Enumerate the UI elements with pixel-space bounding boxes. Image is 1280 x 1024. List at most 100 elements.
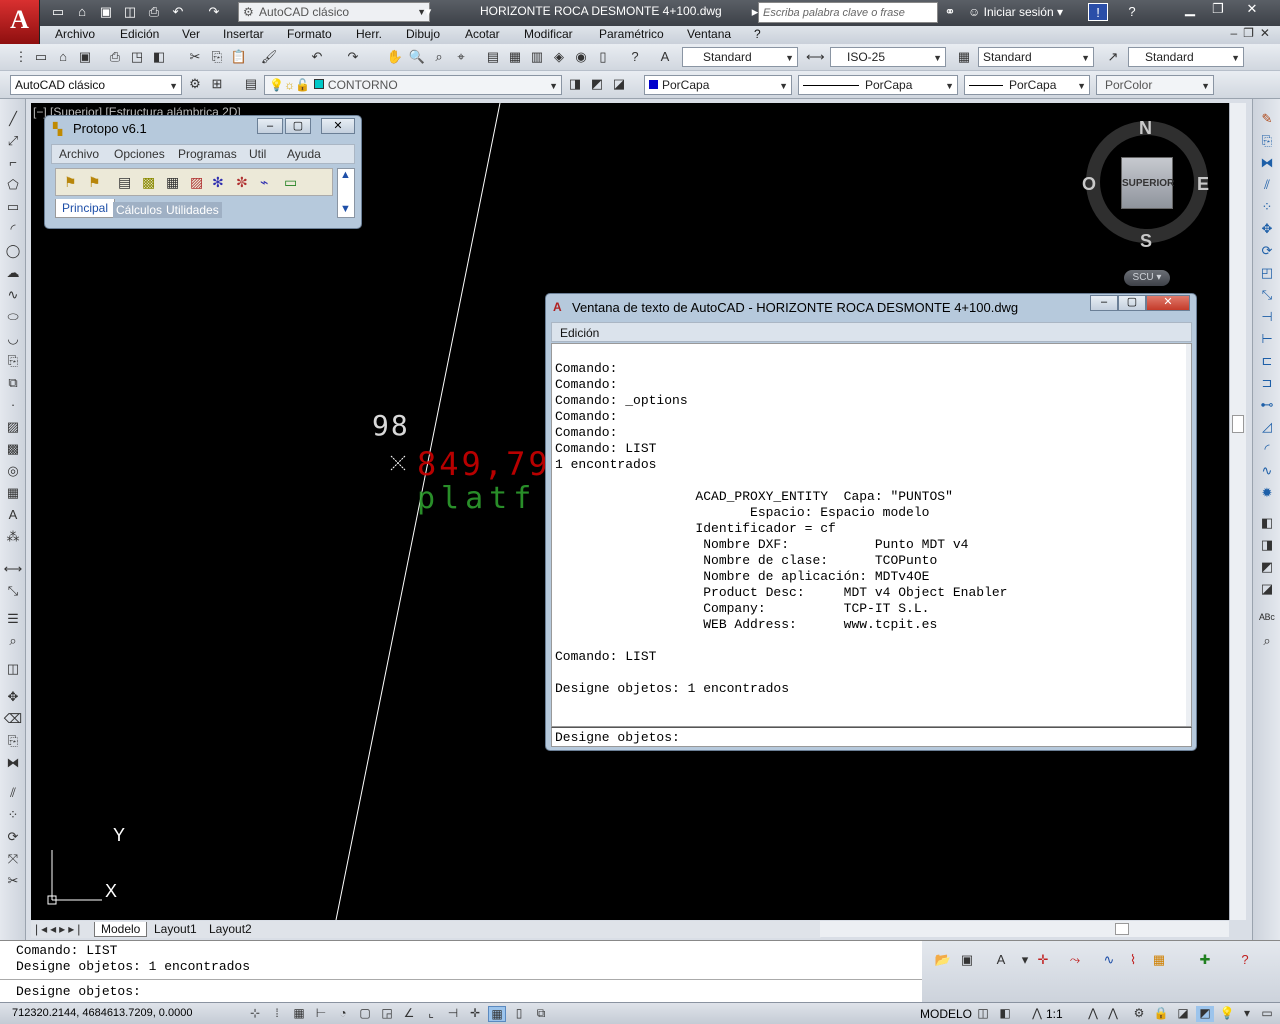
markup-icon[interactable]: ◉: [572, 48, 590, 66]
protopo-menu-opciones[interactable]: Opciones: [114, 147, 165, 161]
fillet-icon[interactable]: ◜: [1257, 441, 1277, 459]
blend-icon[interactable]: ∿: [1257, 463, 1277, 481]
autoscale-icon[interactable]: ⋀: [1104, 1006, 1122, 1022]
array-icon[interactable]: ⁘: [3, 807, 23, 825]
protopo-menu-util[interactable]: Util: [249, 147, 266, 161]
3dosnap-icon[interactable]: ◲: [378, 1006, 396, 1022]
hardware-accel-icon[interactable]: ◪: [1174, 1006, 1192, 1022]
point-icon[interactable]: ·: [3, 397, 23, 415]
protopo-tool-1-icon[interactable]: ⚑: [64, 174, 77, 191]
lock-ui-icon[interactable]: 🔒: [1152, 1006, 1170, 1022]
offset-icon[interactable]: ⫽: [3, 785, 23, 803]
protopo-tool-4-icon[interactable]: ▩: [142, 174, 155, 191]
aligned-dim-icon[interactable]: ⤡: [3, 583, 23, 601]
stretch-icon[interactable]: ⤡: [1257, 287, 1277, 305]
circle-icon[interactable]: ◯: [3, 243, 23, 261]
point-tool-icon[interactable]: ✛: [1034, 951, 1052, 969]
menu-ver[interactable]: Ver: [182, 27, 200, 41]
snap-icon[interactable]: ⁞: [268, 1006, 286, 1022]
make-current-icon[interactable]: ◨: [566, 75, 584, 93]
arc-icon[interactable]: ◜: [3, 221, 23, 239]
text-window-close-button[interactable]: ✕: [1146, 295, 1190, 311]
preview-icon[interactable]: ◳: [128, 48, 146, 66]
gradient-icon[interactable]: ▩: [3, 441, 23, 459]
help-icon[interactable]: ?: [1122, 3, 1142, 21]
clean-screen-icon[interactable]: ▭: [1258, 1006, 1276, 1022]
properties-icon[interactable]: ▤: [484, 48, 502, 66]
copy-object-icon[interactable]: ⎘: [3, 733, 23, 751]
protopo-tab-principal[interactable]: Principal: [55, 199, 116, 218]
spline-icon[interactable]: ∿: [3, 287, 23, 305]
compass-south[interactable]: S: [1140, 231, 1152, 252]
table-icon[interactable]: ▦: [3, 485, 23, 503]
horizontal-scrollbar[interactable]: [820, 921, 1229, 937]
space-toggle[interactable]: MODELO: [920, 1007, 972, 1021]
text-window-input[interactable]: Designe objetos:: [551, 727, 1192, 747]
curve-tool-icon[interactable]: ∿: [1100, 951, 1118, 969]
command-input[interactable]: Designe objetos:: [0, 979, 922, 1000]
mirror-icon[interactable]: ⧓: [3, 755, 23, 773]
protopo-tool-3-icon[interactable]: ▤: [118, 174, 131, 191]
point-number-label[interactable]: 98: [372, 409, 410, 442]
matchprop-icon[interactable]: 🖌: [260, 48, 278, 66]
workspace-toolbar-combo[interactable]: AutoCAD clásico ▼: [10, 75, 182, 95]
tab-layout2[interactable]: Layout2: [209, 922, 252, 936]
publish-icon[interactable]: ◧: [150, 48, 168, 66]
customize-qat-icon[interactable]: ▾: [418, 3, 438, 21]
annotation-scale-value[interactable]: 1:1: [1046, 1007, 1063, 1021]
close-button[interactable]: ✕: [1238, 0, 1266, 20]
zoom-window-icon[interactable]: ⌕: [430, 48, 448, 66]
linetype-combo[interactable]: PorCapa ▼: [798, 75, 958, 95]
layer-combo[interactable]: 💡☼🔓 CONTORNO ▼: [264, 75, 562, 95]
osnap-icon[interactable]: ▢: [356, 1006, 374, 1022]
erase-icon[interactable]: ✎: [1257, 111, 1277, 129]
protopo-menu-ayuda[interactable]: Ayuda: [287, 147, 321, 161]
find-icon[interactable]: ⌕: [1257, 633, 1277, 651]
save-icon[interactable]: ▣: [76, 48, 94, 66]
protopo-maximize-button[interactable]: ▢: [285, 118, 311, 134]
layer-state-icon[interactable]: ◪: [610, 75, 628, 93]
menu-ventana[interactable]: Ventana: [687, 27, 731, 41]
mdi-controls[interactable]: ‒❐✕: [1231, 26, 1277, 40]
draworder-back-icon[interactable]: ◩: [1257, 559, 1277, 577]
array-icon[interactable]: ⁘: [1257, 199, 1277, 217]
print-icon[interactable]: ⎙: [106, 48, 124, 66]
plotstyle-combo[interactable]: PorColor ▼: [1096, 75, 1214, 95]
inquiry-icon[interactable]: ⌕: [3, 633, 23, 651]
draworder-icon[interactable]: ◧: [1257, 515, 1277, 533]
text-window-menu-edicion[interactable]: Edición: [560, 326, 599, 340]
point-code-label[interactable]: platf: [417, 481, 537, 516]
design-center-icon[interactable]: ▦: [506, 48, 524, 66]
open-icon[interactable]: ⌂: [54, 48, 72, 66]
layer-manager-icon[interactable]: ▤: [242, 75, 260, 93]
plugin-icon[interactable]: ✚: [1196, 951, 1214, 969]
erase-icon[interactable]: ⌫: [3, 711, 23, 729]
text-style-combo[interactable]: Standard ▼: [682, 47, 798, 67]
lineweight-combo[interactable]: PorCapa ▼: [964, 75, 1090, 95]
exchange-icon[interactable]: !: [1088, 3, 1108, 21]
point-elevation-label[interactable]: 849,79: [417, 445, 551, 483]
polar-icon[interactable]: ◔: [334, 1006, 352, 1022]
restore-button[interactable]: ❐: [1204, 0, 1232, 20]
calculator-icon[interactable]: ▯: [594, 48, 612, 66]
measure-icon[interactable]: ⟷: [3, 561, 23, 579]
protopo-minimize-button[interactable]: ‒: [257, 118, 283, 134]
redo-icon[interactable]: ↷: [344, 48, 362, 66]
mleader-style-icon[interactable]: ↗: [1104, 48, 1122, 66]
move-icon[interactable]: ✥: [1257, 221, 1277, 239]
menu-formato[interactable]: Formato: [287, 27, 332, 41]
move-icon[interactable]: ✥: [3, 689, 23, 707]
command-line[interactable]: Comando: LIST Designe objetos: 1 encontr…: [0, 940, 922, 1002]
text-window-maximize-button[interactable]: ▢: [1118, 295, 1146, 311]
paste-icon[interactable]: 📋: [230, 48, 248, 66]
protopo-tool-5-icon[interactable]: ▦: [166, 174, 179, 191]
coordinates-readout[interactable]: 712320.2144, 4684613.7209, 0.0000: [12, 1007, 192, 1019]
insert-block-icon[interactable]: ⎘: [3, 353, 23, 371]
scroll-up-icon[interactable]: ▲: [340, 169, 351, 181]
protopo-tool-10-icon[interactable]: ▭: [284, 174, 297, 191]
save-icon[interactable]: ▣: [96, 3, 116, 21]
chamfer-icon[interactable]: ◿: [1257, 419, 1277, 437]
statusbar-menu-icon[interactable]: ▾: [1238, 1006, 1256, 1022]
add-selected-icon[interactable]: ⁂: [3, 529, 23, 547]
protopo-tool-2-icon[interactable]: ⚑: [88, 174, 101, 191]
